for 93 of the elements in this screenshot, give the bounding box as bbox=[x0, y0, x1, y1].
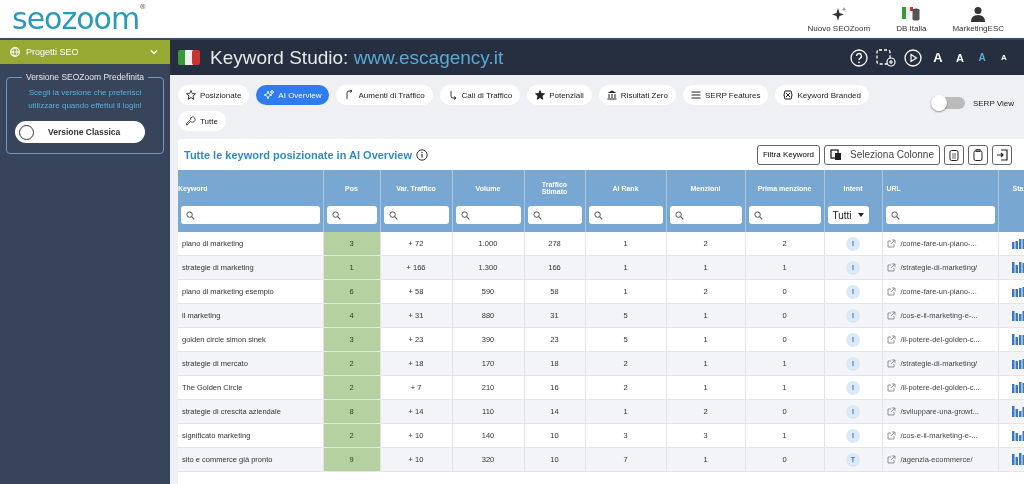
search-icon bbox=[532, 210, 542, 220]
globe-icon bbox=[10, 47, 20, 57]
help-icon[interactable] bbox=[850, 48, 868, 67]
bar-chart-icon bbox=[1012, 428, 1024, 441]
header-link[interactable]: MarketingESC bbox=[952, 23, 1004, 33]
filter-tab[interactable]: Cali di Traffico bbox=[439, 85, 521, 105]
paste-button[interactable] bbox=[968, 144, 988, 165]
search-icon bbox=[674, 210, 684, 220]
logo[interactable]: seozoom$^{®}$ bbox=[12, 4, 146, 34]
column-filter-field[interactable] bbox=[181, 206, 320, 224]
filter-keyword-button[interactable]: Filtra Keyword bbox=[756, 144, 821, 165]
sparkle-icon[interactable] bbox=[830, 5, 847, 22]
play-icon[interactable] bbox=[904, 48, 922, 67]
bar-chart-icon bbox=[1012, 284, 1024, 297]
search-icon bbox=[890, 210, 900, 220]
switch-label: SERP View bbox=[972, 98, 1014, 108]
external-link-icon[interactable] bbox=[886, 311, 896, 320]
filter-tab[interactable]: SERP Features bbox=[682, 85, 769, 105]
external-link-icon[interactable] bbox=[886, 239, 896, 248]
search-icon bbox=[593, 210, 603, 220]
filter-tab[interactable]: Risultati Zero bbox=[598, 85, 676, 105]
column-filter-field[interactable] bbox=[588, 206, 663, 224]
bar-chart-icon bbox=[1012, 332, 1024, 345]
search-icon bbox=[331, 210, 341, 220]
search-icon bbox=[388, 210, 398, 220]
intent-dropdown[interactable]: Tutti bbox=[827, 206, 869, 224]
arrow-up-icon bbox=[344, 90, 355, 100]
search-icon bbox=[753, 210, 763, 220]
filter-tab[interactable]: Posizionate bbox=[178, 85, 250, 105]
external-link-icon[interactable] bbox=[886, 407, 896, 416]
flag-icon bbox=[178, 50, 200, 65]
select-columns-button[interactable]: Seleziona Colonne bbox=[824, 144, 940, 165]
info-icon[interactable] bbox=[416, 148, 428, 161]
table-title: Tutte le keyword posizionate in AI Overview bbox=[184, 148, 412, 161]
column-filter-field[interactable] bbox=[326, 206, 377, 224]
arrow-down-icon bbox=[447, 90, 458, 100]
column-filter-field[interactable] bbox=[455, 206, 521, 224]
font-size-button[interactable]: A bbox=[976, 52, 988, 63]
search-icon bbox=[186, 210, 195, 220]
version-toggle[interactable]: Versione Classica bbox=[15, 121, 145, 143]
columns-icon bbox=[830, 148, 843, 161]
filter-tab[interactable]: Keyword Branded bbox=[775, 85, 869, 105]
star-icon bbox=[535, 90, 546, 100]
bar-chart-icon bbox=[1012, 236, 1024, 249]
badge-icon bbox=[783, 90, 794, 100]
bar-chart-icon bbox=[1012, 308, 1024, 321]
external-link-icon[interactable] bbox=[886, 359, 896, 368]
export-icon bbox=[996, 148, 1008, 161]
header-link[interactable]: Nuovo SEOZoom bbox=[807, 23, 871, 33]
chevron-icon bbox=[150, 49, 158, 55]
bar-chart-icon bbox=[1012, 260, 1024, 273]
filter-tab[interactable]: AI Overview bbox=[256, 85, 330, 105]
header-link[interactable]: DB Italia bbox=[896, 23, 927, 33]
flag-database-icon[interactable] bbox=[901, 5, 922, 22]
external-link-icon[interactable] bbox=[886, 383, 896, 392]
column-filter-field[interactable] bbox=[527, 206, 582, 224]
external-link-icon[interactable] bbox=[886, 431, 896, 440]
key-icon bbox=[186, 116, 196, 126]
column-filter-field[interactable] bbox=[669, 206, 742, 224]
clipboard-icon bbox=[949, 148, 959, 161]
bar-chart-icon bbox=[1012, 404, 1024, 417]
star-icon bbox=[186, 90, 196, 100]
caret-icon bbox=[857, 213, 864, 217]
bar-chart-icon bbox=[1012, 380, 1024, 393]
toggle-knob bbox=[19, 124, 34, 140]
filter-tab[interactable]: Tutte bbox=[178, 111, 226, 131]
external-link-icon[interactable] bbox=[886, 335, 896, 344]
font-size-button[interactable]: A bbox=[954, 51, 966, 64]
bar-chart-icon bbox=[1012, 452, 1024, 465]
column-filter-field[interactable] bbox=[748, 206, 821, 224]
menu-icon bbox=[690, 90, 701, 100]
export-button[interactable] bbox=[992, 144, 1012, 165]
clipboard-button[interactable] bbox=[944, 144, 964, 165]
filter-tab[interactable]: Aumenti di Traffico bbox=[336, 85, 433, 105]
sparkle-icon bbox=[264, 90, 275, 100]
font-size-button[interactable]: A bbox=[998, 53, 1010, 62]
bank-icon bbox=[606, 90, 617, 100]
bar-chart-icon bbox=[1012, 356, 1024, 369]
serp-view-switch[interactable] bbox=[932, 97, 965, 109]
add-screenshot-icon[interactable] bbox=[876, 48, 896, 67]
user-icon[interactable] bbox=[970, 5, 987, 22]
panel-text: Scegli la versione che preferisci utilizzare quando effettui il login! bbox=[27, 87, 143, 112]
column-filter-field[interactable] bbox=[383, 206, 449, 224]
external-link-icon[interactable] bbox=[886, 263, 896, 272]
clipboard-icon bbox=[973, 148, 983, 161]
search-icon bbox=[460, 210, 470, 220]
external-link-icon[interactable] bbox=[886, 455, 896, 464]
page-title: Keyword Studio: www.escagency.it bbox=[210, 46, 504, 69]
font-size-button[interactable]: A bbox=[932, 50, 944, 65]
external-link-icon[interactable] bbox=[886, 287, 896, 296]
panel-title: Versione SEOZoom Predefinita bbox=[24, 72, 146, 82]
column-filter-field[interactable] bbox=[885, 206, 995, 224]
filter-tab[interactable]: Potenziali bbox=[527, 85, 592, 105]
